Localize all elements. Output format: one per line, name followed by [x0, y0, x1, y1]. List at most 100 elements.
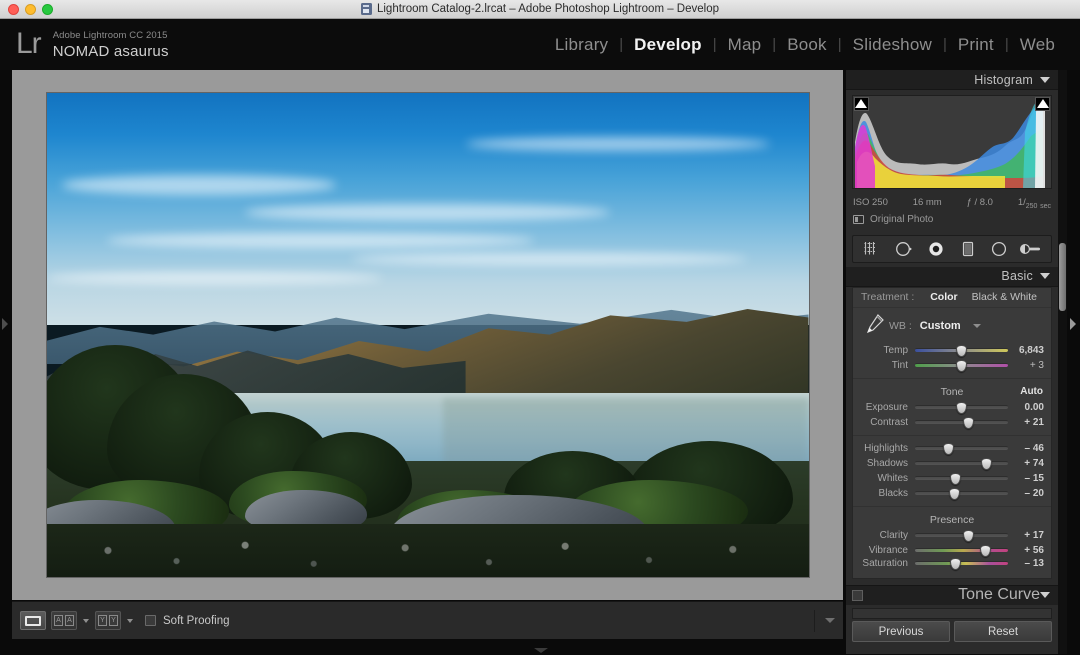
- slider-knob[interactable]: [943, 443, 954, 455]
- expand-right-panel-arrow[interactable]: [1070, 318, 1076, 330]
- right-panel-scrollbar[interactable]: [1058, 70, 1067, 654]
- previous-button[interactable]: Previous: [852, 621, 950, 642]
- white-balance-selector-icon[interactable]: [861, 312, 887, 341]
- module-develop[interactable]: Develop: [623, 33, 713, 57]
- white-balance-value[interactable]: Custom: [920, 320, 961, 332]
- treatment-color-option[interactable]: Color: [930, 291, 957, 303]
- slider-knob[interactable]: [963, 417, 974, 429]
- slider-knob[interactable]: [949, 488, 960, 500]
- slider-track[interactable]: [915, 476, 1008, 480]
- window-controls[interactable]: [8, 0, 53, 19]
- slider-blacks[interactable]: Blacks – 20: [853, 486, 1051, 501]
- slider-value[interactable]: + 3: [1008, 360, 1044, 371]
- slider-track[interactable]: [915, 405, 1008, 409]
- tone-curve-panel-header[interactable]: Tone Curve: [846, 585, 1058, 605]
- slider-knob[interactable]: [956, 345, 967, 357]
- loupe-view-icon[interactable]: [20, 611, 46, 630]
- slider-track[interactable]: [915, 548, 1008, 552]
- original-photo-row[interactable]: Original Photo: [846, 212, 1058, 231]
- module-slideshow[interactable]: Slideshow: [842, 33, 943, 57]
- copy-settings-chevron-down-icon[interactable]: [127, 619, 133, 623]
- slider-track[interactable]: [915, 420, 1008, 424]
- before-after-chevron-down-icon[interactable]: [83, 619, 89, 623]
- module-library[interactable]: Library: [544, 33, 619, 57]
- radial-filter-tool-icon[interactable]: [987, 239, 1011, 259]
- slider-knob[interactable]: [956, 402, 967, 414]
- slider-highlights[interactable]: Highlights – 46: [853, 441, 1051, 456]
- slider-track[interactable]: [915, 363, 1008, 367]
- crop-overlay-tool-icon[interactable]: [861, 239, 885, 259]
- expand-left-panel-arrow[interactable]: [2, 318, 8, 330]
- develop-tool-strip[interactable]: [852, 235, 1052, 263]
- slider-value[interactable]: 0.00: [1008, 402, 1044, 413]
- slider-value[interactable]: + 74: [1008, 458, 1044, 469]
- slider-knob[interactable]: [950, 473, 961, 485]
- slider-value[interactable]: + 21: [1008, 417, 1044, 428]
- panel-action-buttons[interactable]: Previous Reset: [846, 621, 1058, 642]
- minimize-button[interactable]: [25, 4, 36, 15]
- slider-saturation[interactable]: Saturation – 13: [853, 558, 1051, 573]
- spot-removal-tool-icon[interactable]: [892, 239, 916, 259]
- module-book[interactable]: Book: [776, 33, 838, 57]
- basic-panel-header[interactable]: Basic: [846, 267, 1058, 287]
- slider-value[interactable]: – 20: [1008, 488, 1044, 499]
- adjustment-brush-tool-icon[interactable]: [1019, 239, 1043, 259]
- photo-canvas[interactable]: [47, 93, 809, 577]
- chevron-down-icon[interactable]: [1040, 273, 1050, 279]
- slider-value[interactable]: + 17: [1008, 530, 1044, 541]
- image-view-area[interactable]: [12, 70, 843, 600]
- slider-value[interactable]: – 13: [1008, 558, 1044, 569]
- right-panel-scrollbar-thumb[interactable]: [1059, 243, 1066, 311]
- copy-settings-view-icon[interactable]: Y Y: [95, 611, 121, 630]
- slider-shadows[interactable]: Shadows + 74: [853, 456, 1051, 471]
- slider-knob[interactable]: [956, 360, 967, 372]
- develop-toolbar[interactable]: A A Y Y Soft Proofing: [12, 601, 843, 639]
- module-map[interactable]: Map: [717, 33, 773, 57]
- chevron-down-icon[interactable]: [1040, 77, 1050, 83]
- slider-tint[interactable]: Tint + 3: [853, 358, 1051, 373]
- slider-exposure[interactable]: Exposure 0.00: [853, 400, 1051, 415]
- slider-value[interactable]: – 15: [1008, 473, 1044, 484]
- identity-plate[interactable]: Lr Adobe Lightroom CC 2015 NOMAD asaurus: [16, 25, 169, 63]
- before-after-view-icon[interactable]: A A: [51, 611, 77, 630]
- slider-value[interactable]: – 46: [1008, 443, 1044, 454]
- slider-whites[interactable]: Whites – 15: [853, 471, 1051, 486]
- slider-track[interactable]: [915, 446, 1008, 450]
- slider-temp[interactable]: Temp 6,843: [853, 343, 1051, 358]
- treatment-bw-option[interactable]: Black & White: [972, 291, 1037, 303]
- auto-tone-button[interactable]: Auto: [1020, 386, 1043, 397]
- slider-contrast[interactable]: Contrast + 21: [853, 415, 1051, 430]
- panel-switch-icon[interactable]: [852, 590, 863, 601]
- graduated-filter-tool-icon[interactable]: [956, 239, 980, 259]
- module-web[interactable]: Web: [1009, 33, 1066, 57]
- slider-value[interactable]: 6,843: [1008, 345, 1044, 356]
- chevron-down-icon[interactable]: [1040, 592, 1050, 598]
- histogram-panel-header[interactable]: Histogram: [846, 70, 1058, 90]
- filmstrip-grip-icon[interactable]: [534, 648, 548, 653]
- shadow-clipping-triangle[interactable]: [855, 99, 867, 108]
- slider-knob[interactable]: [963, 530, 974, 542]
- slider-value[interactable]: + 56: [1008, 545, 1044, 556]
- slider-track[interactable]: [915, 533, 1008, 537]
- slider-track[interactable]: [915, 491, 1008, 495]
- right-panel[interactable]: Histogram: [846, 70, 1058, 654]
- reset-button[interactable]: Reset: [954, 621, 1052, 642]
- module-print[interactable]: Print: [947, 33, 1005, 57]
- close-button[interactable]: [8, 4, 19, 15]
- slider-knob[interactable]: [980, 545, 991, 557]
- soft-proofing-checkbox[interactable]: [145, 615, 156, 626]
- histogram-graph[interactable]: [852, 95, 1052, 189]
- slider-knob[interactable]: [950, 558, 961, 570]
- slider-track[interactable]: [915, 461, 1008, 465]
- toolbar-chevron-down-icon[interactable]: [825, 618, 835, 623]
- red-eye-correction-tool-icon[interactable]: [924, 239, 948, 259]
- module-picker[interactable]: Library | Develop | Map | Book | Slidesh…: [544, 33, 1066, 57]
- highlight-clipping-triangle[interactable]: [1037, 99, 1049, 108]
- slider-track[interactable]: [915, 348, 1008, 352]
- slider-track[interactable]: [915, 561, 1008, 565]
- white-balance-chevron-down-icon[interactable]: [973, 324, 981, 328]
- slider-vibrance[interactable]: Vibrance + 56: [853, 543, 1051, 558]
- slider-knob[interactable]: [981, 458, 992, 470]
- slider-clarity[interactable]: Clarity + 17: [853, 528, 1051, 543]
- maximize-button[interactable]: [42, 4, 53, 15]
